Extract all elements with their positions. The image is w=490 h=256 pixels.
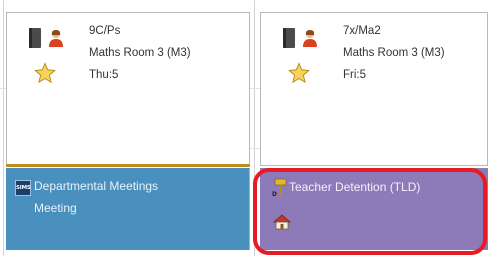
book-icon xyxy=(29,28,41,48)
meeting-title: Departmental Meetings xyxy=(34,179,159,193)
meeting-type: Meeting xyxy=(34,201,77,215)
star-icon xyxy=(34,62,56,84)
book-icon xyxy=(283,28,295,48)
grid-line xyxy=(254,0,255,256)
house-icon xyxy=(273,214,291,230)
lesson-slot-friday[interactable]: 7x/Ma2 Maths Room 3 (M3) Fri:5 xyxy=(260,12,488,166)
svg-text:D: D xyxy=(272,191,277,197)
lesson-slot-thursday[interactable]: 9C/Ps Maths Room 3 (M3) Thu:5 xyxy=(6,12,250,166)
timetable-view: 9C/Ps Maths Room 3 (M3) Thu:5 7x/Ma2 Mat… xyxy=(0,0,490,256)
class-code: 9C/Ps xyxy=(89,25,121,37)
gavel-icon: D xyxy=(272,178,287,197)
sims-icon: SIMS xyxy=(15,180,31,196)
time-divider xyxy=(6,164,250,167)
grid-line xyxy=(250,88,260,89)
room-name: Maths Room 3 (M3) xyxy=(89,47,191,59)
person-icon xyxy=(49,30,63,47)
grid-line xyxy=(250,148,260,149)
grid-line xyxy=(3,0,4,256)
period-label: Thu:5 xyxy=(89,69,119,81)
detention-title: Teacher Detention (TLD) xyxy=(289,180,421,194)
star-icon xyxy=(288,62,310,84)
class-code: 7x/Ma2 xyxy=(343,25,381,37)
period-label: Fri:5 xyxy=(343,69,366,81)
person-icon xyxy=(303,30,317,47)
meeting-event[interactable]: SIMS Departmental Meetings Meeting xyxy=(6,168,250,250)
detention-event[interactable]: D Teacher Detention (TLD) xyxy=(260,168,488,250)
room-name: Maths Room 3 (M3) xyxy=(343,47,445,59)
